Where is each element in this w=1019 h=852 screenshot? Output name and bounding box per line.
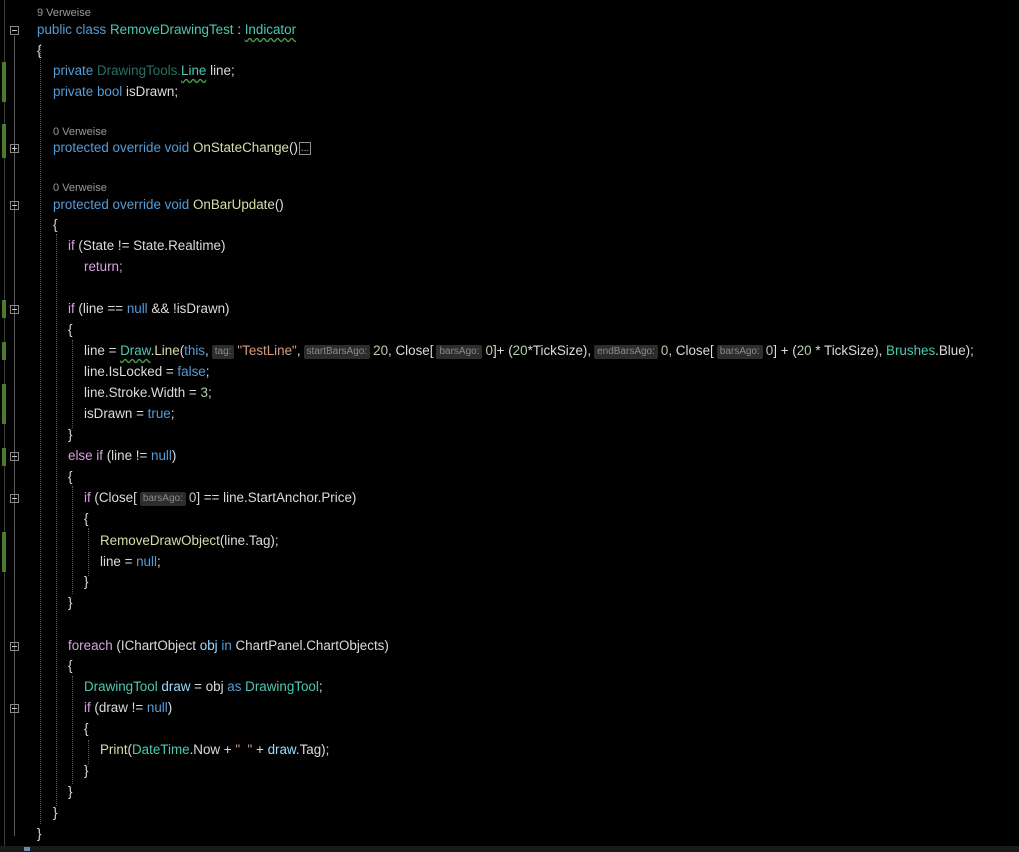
code-line-brace: } — [68, 427, 73, 442]
code-line-if-close: if (Close[barsAgo: 0] == line.StartAnchor… — [84, 490, 357, 506]
code-line-if-state: if (State != State.Realtime) — [68, 238, 226, 253]
change-marker — [2, 532, 6, 572]
code-line-if-draw: if (draw != null) — [84, 700, 173, 715]
fold-toggle-class[interactable] — [10, 26, 19, 35]
code-line-else-if: else if (line != null) — [68, 448, 177, 463]
code-line-if-line: if (line == null && !isDrawn) — [68, 301, 230, 316]
indent-guide — [72, 340, 73, 428]
code-line-brace: { — [68, 658, 73, 673]
param-hint: barsAgo: — [139, 492, 186, 506]
code-line-remove-draw: RemoveDrawObject(line.Tag); — [100, 533, 279, 548]
code-line-isdrawn: isDrawn = true; — [84, 406, 175, 421]
fold-toggle-foreach[interactable] — [10, 642, 19, 651]
fold-toggle-if-close[interactable] — [10, 494, 19, 503]
code-line-return: return; — [84, 259, 123, 274]
code-line-class: public class RemoveDrawingTest : Indicat… — [37, 22, 297, 37]
code-line-brace: { — [84, 721, 89, 736]
code-editor[interactable]: 9 Verweise 0 Verweise 0 Verweise public … — [0, 0, 1019, 852]
code-line-brace: } — [84, 574, 89, 589]
code-line-drawingtool: DrawingTool draw = obj as DrawingTool; — [84, 679, 323, 694]
change-marker — [2, 342, 6, 360]
code-lens-references[interactable]: 0 Verweise — [53, 180, 107, 196]
change-marker — [2, 62, 6, 102]
param-hint: barsAgo: — [436, 345, 483, 359]
code-line-stroke-width: line.Stroke.Width = 3; — [84, 385, 212, 400]
fold-line — [14, 36, 15, 836]
horizontal-scrollbar[interactable] — [0, 846, 1019, 852]
code-line-brace: { — [37, 43, 42, 58]
collapsed-region[interactable]: ... — [298, 142, 312, 155]
fold-toggle-else-if[interactable] — [10, 452, 19, 461]
code-lens-references[interactable]: 9 Verweise — [37, 5, 91, 21]
code-line-brace: { — [84, 511, 89, 526]
param-hint: tag: — [211, 345, 235, 359]
indent-guide — [72, 486, 73, 594]
code-line-islocked: line.IsLocked = false; — [84, 364, 210, 379]
indent-guide — [40, 44, 41, 824]
code-line-field-line: private DrawingTools.Line line; — [53, 63, 235, 78]
code-line-line-null: line = null; — [100, 554, 161, 569]
code-line-print: Print(DateTime.Now + " " + draw.Tag); — [100, 742, 330, 757]
code-line-brace: { — [53, 217, 58, 232]
code-line-onbarupdate: protected override void OnBarUpdate() — [53, 197, 284, 212]
fold-toggle-onstatechange[interactable] — [10, 144, 19, 153]
code-line-field-isdrawn: private bool isDrawn; — [53, 84, 179, 99]
indent-guide — [88, 528, 89, 576]
indent-guide — [56, 234, 57, 806]
fold-toggle-onbarupdate[interactable] — [10, 201, 19, 210]
scroll-marker — [24, 847, 30, 851]
code-line-brace: { — [68, 469, 73, 484]
code-line-onstatechange: protected override void OnStateChange().… — [53, 140, 312, 155]
param-hint: barsAgo: — [716, 345, 763, 359]
param-hint: endBarsAgo: — [594, 345, 658, 359]
code-line-brace: } — [68, 784, 73, 799]
param-hint: startBarsAgo: — [303, 345, 371, 359]
code-line-brace: { — [68, 322, 73, 337]
change-marker — [2, 448, 6, 466]
code-line-brace: } — [53, 805, 58, 820]
code-line-brace: } — [68, 595, 73, 610]
change-marker — [2, 124, 6, 158]
indent-guide — [72, 676, 73, 784]
code-line-draw-line: line = Draw.Line(this, tag: "TestLine", sta… — [84, 343, 974, 359]
change-marker — [2, 384, 6, 424]
fold-toggle-if-line[interactable] — [10, 305, 19, 314]
code-line-brace: } — [84, 763, 89, 778]
change-marker — [2, 300, 6, 318]
fold-toggle-if-draw[interactable] — [10, 704, 19, 713]
code-line-foreach: foreach (IChartObject obj in ChartPanel.… — [68, 638, 389, 653]
code-line-brace: } — [37, 826, 42, 841]
